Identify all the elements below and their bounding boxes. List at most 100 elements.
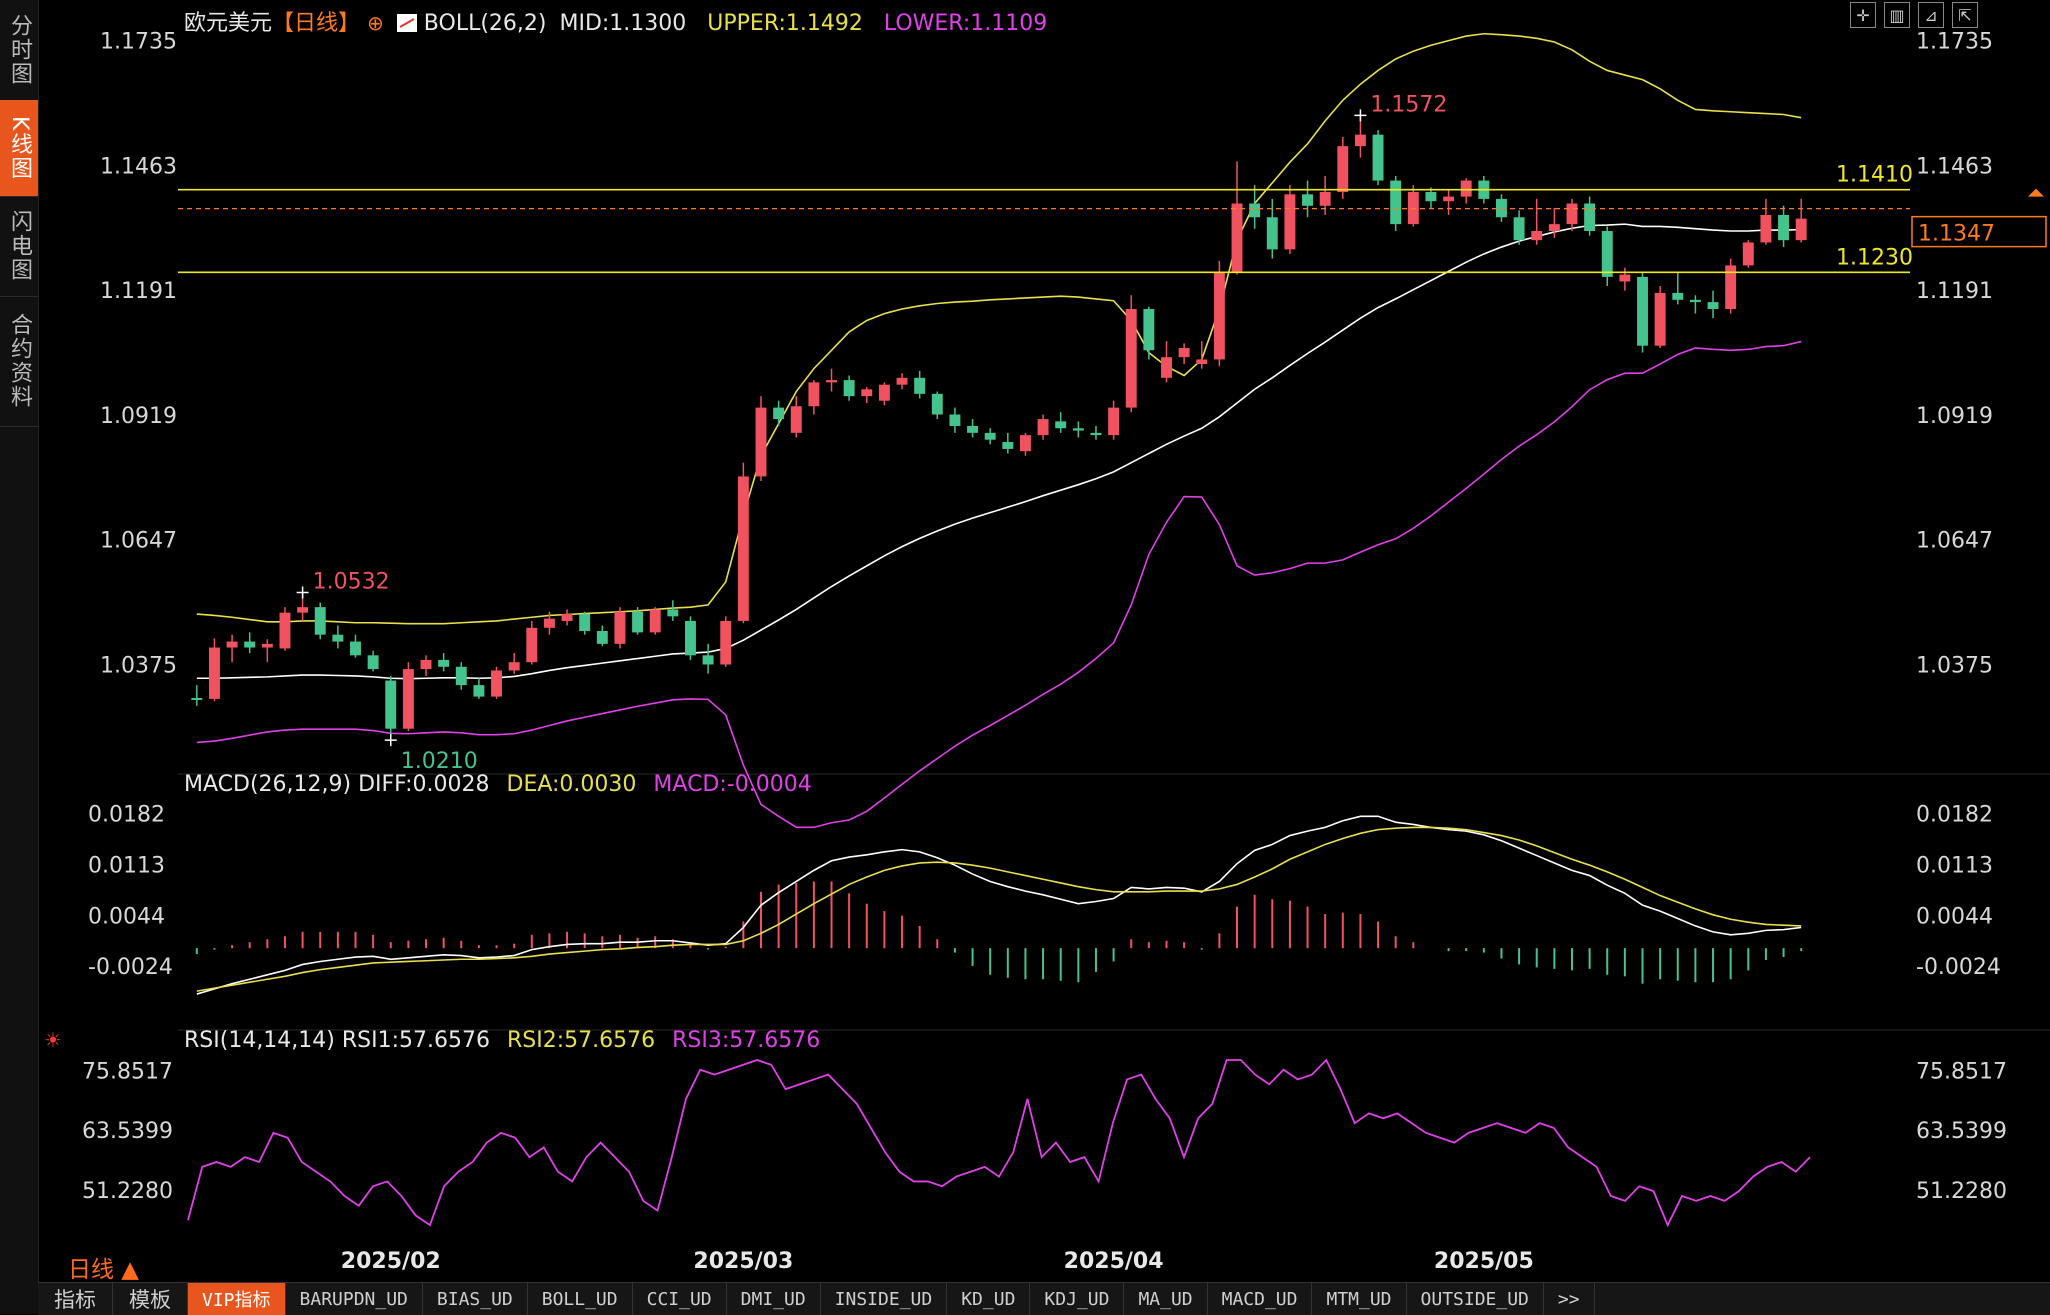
candle-up xyxy=(508,662,520,671)
candle-up xyxy=(790,406,802,433)
indicator-tab[interactable]: BIAS_UD xyxy=(423,1283,528,1315)
indicator-tab[interactable]: BOLL_UD xyxy=(528,1283,633,1315)
indicator-tab[interactable]: OUTSIDE_UD xyxy=(1407,1283,1544,1315)
macd-tick-right: 0.0182 xyxy=(1916,802,1993,827)
indicator-tab[interactable]: INSIDE_UD xyxy=(821,1283,948,1315)
candle-down xyxy=(1266,217,1278,250)
price-arrow-icon xyxy=(2028,188,2044,197)
indicator-icon[interactable] xyxy=(396,14,417,32)
bar-chart-icon[interactable]: ▥ xyxy=(1884,2,1910,28)
extreme-marker xyxy=(384,734,397,747)
candle-up xyxy=(737,476,749,621)
indicator-tab[interactable]: KDJ_UD xyxy=(1030,1283,1125,1315)
indicator-tab[interactable]: MACD_UD xyxy=(1208,1283,1313,1315)
settings-sun-icon[interactable]: ☀ xyxy=(44,1028,62,1052)
date-label: 2025/03 xyxy=(693,1249,793,1274)
macd-tick-right: 0.0044 xyxy=(1916,905,1993,930)
candle-up xyxy=(1161,357,1172,378)
macd-dea: DEA:0.0030 xyxy=(506,772,637,797)
candle-up xyxy=(1231,203,1243,273)
candle-up xyxy=(1531,231,1543,241)
candle-down xyxy=(1390,180,1402,225)
extreme-marker xyxy=(296,586,309,599)
candle-up xyxy=(279,612,291,649)
macd-tick-left: 0.0182 xyxy=(88,802,165,827)
boll-upper-line xyxy=(196,32,1802,625)
candle-up xyxy=(261,643,273,648)
macd-diff: DIFF:0.0028 xyxy=(358,772,490,797)
candle-up xyxy=(297,607,309,613)
crosshair-icon[interactable]: ✛ xyxy=(1850,2,1876,28)
main-indicator-header: 欧元美元【日线】 ⊕ BOLL(26,2) MID:1.1300 UPPER:1… xyxy=(184,5,1047,37)
period-tag[interactable]: 【日线】 xyxy=(272,11,360,36)
price-tick-left: 1.1463 xyxy=(100,154,177,179)
candle-down xyxy=(773,407,785,420)
indicator-tab-bar: 指标 模板 VIP指标 BARUPDN_UD BIAS_UD BOLL_UD CCI_UD D… xyxy=(38,1282,2050,1315)
candle-up xyxy=(1319,192,1331,206)
candle-down xyxy=(1002,442,1014,449)
candle-down xyxy=(1707,302,1719,309)
candle-down xyxy=(984,432,996,440)
candle-down xyxy=(367,655,379,670)
candle-down xyxy=(667,609,679,617)
candle-up xyxy=(755,407,767,477)
rsi-tick-right: 63.5399 xyxy=(1916,1119,2007,1144)
candle-down xyxy=(1672,292,1684,300)
candle-up xyxy=(878,384,890,401)
price-tick-right: 1.1191 xyxy=(1916,279,1993,304)
macd-tick-left: 0.0044 xyxy=(88,905,165,930)
price-tick-left: 1.0647 xyxy=(100,529,177,554)
indicator-tab[interactable]: BARUPDN_UD xyxy=(286,1283,423,1315)
price-tick-right: 1.0919 xyxy=(1916,404,1993,429)
candle-up xyxy=(1548,224,1560,232)
candle-up xyxy=(1460,180,1472,197)
symbol-name: 欧元美元 xyxy=(184,11,273,36)
price-tick-left: 1.0375 xyxy=(100,653,177,678)
high-label: 1.1572 xyxy=(1370,92,1447,117)
indicator-tab[interactable]: 模板 xyxy=(113,1283,188,1315)
candle-up xyxy=(491,670,502,697)
candle-up xyxy=(1619,274,1631,282)
candle-down xyxy=(1637,276,1648,346)
indicator-tab[interactable]: 指标 xyxy=(38,1283,113,1315)
line-chart-icon[interactable]: ⊿ xyxy=(1918,2,1944,28)
candle-up xyxy=(896,377,908,385)
macd-tick-right: -0.0024 xyxy=(1916,955,2001,980)
indicator-tab[interactable]: MTM_UD xyxy=(1312,1283,1407,1315)
candle-up xyxy=(1654,292,1666,346)
add-icon[interactable]: ⊕ xyxy=(367,11,384,35)
macd-name: MACD(26,12,9) xyxy=(184,772,352,797)
candle-up xyxy=(614,611,626,644)
candle-down xyxy=(244,641,256,648)
rsi-line xyxy=(187,1058,1811,1228)
indicator-tab[interactable]: >> xyxy=(1544,1283,1595,1315)
candle-down xyxy=(455,666,467,686)
candle-down xyxy=(191,697,203,700)
macd-tick-left: 0.0113 xyxy=(88,853,165,878)
expand-icon[interactable]: ⇱ xyxy=(1952,2,1978,28)
candle-down xyxy=(1689,299,1701,303)
candle-down xyxy=(1601,231,1613,277)
indicator-tab[interactable]: CCI_UD xyxy=(633,1283,727,1315)
indicator-tab[interactable]: DMI_UD xyxy=(727,1283,821,1315)
candle-up xyxy=(1213,272,1225,360)
high-label: 1.0532 xyxy=(313,569,390,594)
candle-down xyxy=(1090,432,1102,436)
indicator-tab[interactable]: MA_UD xyxy=(1124,1283,1208,1315)
candle-down xyxy=(967,425,979,433)
candle-up xyxy=(420,659,432,670)
candle-up xyxy=(1443,196,1455,202)
candle-up xyxy=(1125,308,1137,408)
candle-down xyxy=(1302,194,1313,206)
price-tick-left: 1.0919 xyxy=(100,404,177,429)
indicator-tab[interactable]: KD_UD xyxy=(947,1283,1031,1315)
indicator-tab[interactable]: VIP指标 xyxy=(188,1283,286,1315)
candle-up xyxy=(720,620,732,665)
candle-down xyxy=(931,393,943,415)
candle-down xyxy=(1425,192,1437,202)
period-selector[interactable]: 日线 ▲ xyxy=(68,1250,139,1284)
rsi-tick-right: 51.2280 xyxy=(1916,1179,2007,1204)
rsi-tick-right: 75.8517 xyxy=(1916,1059,2007,1084)
macd-dea-line xyxy=(196,826,1802,992)
kline-chart[interactable]: 1.1410 1.12301.1347 1.0532 1.0210 1.1572 1.… xyxy=(0,0,2050,1282)
